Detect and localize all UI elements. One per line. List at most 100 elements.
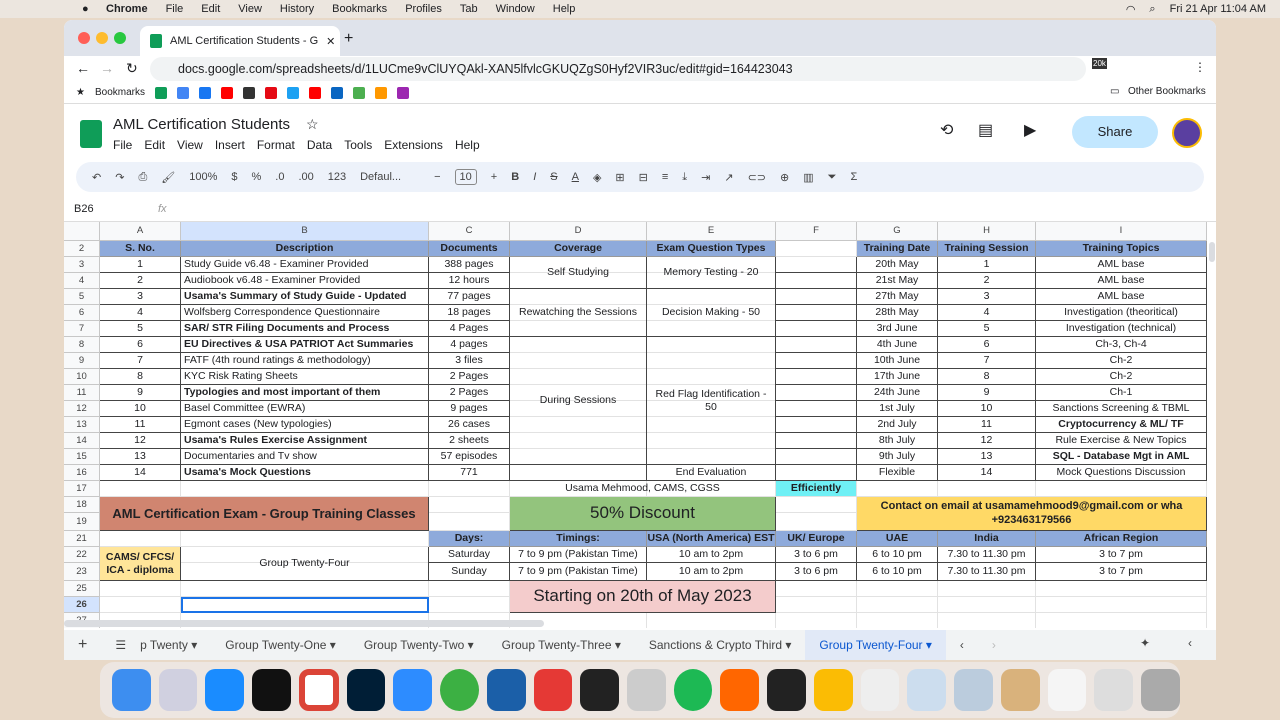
training-topic[interactable]: Sanctions Screening & TBML <box>1036 401 1207 417</box>
training-date[interactable]: 27th May <box>857 289 938 305</box>
bookmark-icon[interactable] <box>176 86 189 99</box>
training-date[interactable]: 10th June <box>857 353 938 369</box>
cell[interactable] <box>776 257 857 273</box>
training-session[interactable]: 7 <box>938 353 1036 369</box>
cell[interactable] <box>857 581 938 597</box>
scroll-tabs-right[interactable]: › <box>978 630 1010 660</box>
fill-color-icon[interactable]: ◈ <box>593 171 601 184</box>
cell[interactable] <box>776 305 857 321</box>
cell[interactable] <box>776 465 857 481</box>
row-header[interactable]: 17 <box>64 481 100 497</box>
scroll-tabs-left[interactable]: ‹ <box>946 630 978 660</box>
exam-question-type[interactable]: Red Flag Identification - 50 <box>647 337 776 465</box>
cell[interactable] <box>776 613 857 628</box>
description[interactable]: Study Guide v6.48 - Examiner Provided <box>181 257 429 273</box>
app-icon[interactable] <box>627 669 666 711</box>
app-icon[interactable] <box>907 669 947 711</box>
minimize-window-button[interactable] <box>96 32 108 44</box>
column-header[interactable]: G <box>857 222 938 241</box>
menubar-item[interactable]: Bookmarks <box>332 3 387 15</box>
lightroom-icon[interactable] <box>346 669 386 711</box>
app-icon[interactable] <box>486 669 526 711</box>
schedule-cell[interactable]: 3 to 6 pm <box>776 547 857 563</box>
column-header[interactable]: H <box>938 222 1036 241</box>
share-button[interactable]: Share <box>1072 116 1158 148</box>
more-formats-button[interactable]: 123 <box>328 171 346 183</box>
training-session[interactable]: 8 <box>938 369 1036 385</box>
contact-info[interactable]: Contact on email at usamamehmood9@gmail.… <box>857 497 1207 531</box>
training-date[interactable]: 28th May <box>857 305 938 321</box>
select-all-corner[interactable] <box>64 222 100 241</box>
documents[interactable]: 4 Pages <box>429 321 510 337</box>
training-date[interactable]: 17th June <box>857 369 938 385</box>
font-size-decrease[interactable]: − <box>434 171 440 183</box>
training-session[interactable]: 9 <box>938 385 1036 401</box>
cell[interactable] <box>857 613 938 628</box>
merge-icon[interactable]: ⊟ <box>639 171 648 184</box>
chrome-icon[interactable] <box>298 669 339 711</box>
undo-icon[interactable]: ↶ <box>92 171 101 184</box>
cell[interactable] <box>776 417 857 433</box>
description[interactable]: Typologies and most important of them <box>181 385 429 401</box>
training-session[interactable]: 2 <box>938 273 1036 289</box>
description[interactable]: Egmont cases (New typologies) <box>181 417 429 433</box>
group-name[interactable]: Group Twenty-Four <box>181 547 429 581</box>
terminal-icon[interactable] <box>580 669 620 711</box>
documents[interactable]: 3 files <box>429 353 510 369</box>
description[interactable]: KYC Risk Rating Sheets <box>181 369 429 385</box>
comment-icon[interactable]: ▤ <box>978 120 993 140</box>
row-header[interactable]: 11 <box>64 385 100 401</box>
training-topic[interactable]: Ch-2 <box>1036 353 1207 369</box>
apple-tv-icon[interactable] <box>252 669 291 711</box>
cell[interactable] <box>776 273 857 289</box>
font-select[interactable]: Defaul... <box>360 171 420 183</box>
sheet-tab[interactable]: p Twenty ▾ <box>140 630 211 660</box>
training-topic[interactable]: Ch-1 <box>1036 385 1207 401</box>
cell[interactable] <box>776 337 857 353</box>
description[interactable]: Documentaries and Tv show <box>181 449 429 465</box>
column-title[interactable]: S. No. <box>100 241 181 257</box>
extension-badge[interactable]: 20k <box>1092 58 1107 69</box>
apple-icon[interactable]: ● <box>82 3 89 15</box>
schedule-cell[interactable]: Saturday <box>429 547 510 563</box>
training-date[interactable]: 2nd July <box>857 417 938 433</box>
cell[interactable] <box>776 581 857 597</box>
archive-icon[interactable] <box>1000 669 1040 711</box>
link-icon[interactable]: ⊂⊃ <box>748 171 766 184</box>
schedule-header[interactable]: Days: <box>429 531 510 547</box>
cell[interactable] <box>857 481 938 497</box>
training-date[interactable]: 3rd June <box>857 321 938 337</box>
row-header[interactable]: 21 <box>64 531 100 547</box>
filter-icon[interactable]: ⏷ <box>828 171 837 184</box>
schedule-header[interactable]: UK/ Europe <box>776 531 857 547</box>
training-session[interactable]: 11 <box>938 417 1036 433</box>
cell[interactable] <box>776 321 857 337</box>
documents[interactable]: 2 Pages <box>429 385 510 401</box>
description[interactable]: Wolfsberg Correspondence Questionnaire <box>181 305 429 321</box>
schedule-header[interactable]: UAE <box>857 531 938 547</box>
documents[interactable]: 771 <box>429 465 510 481</box>
align-icon[interactable]: ≡ <box>662 171 668 183</box>
menu-view[interactable]: View <box>177 138 203 152</box>
serial-number[interactable]: 5 <box>100 321 181 337</box>
currency-button[interactable]: $ <box>231 171 237 183</box>
efficiently-label[interactable]: Efficiently <box>776 481 857 497</box>
training-topic[interactable]: SQL - Database Mgt in AML <box>1036 449 1207 465</box>
zoom-select[interactable]: 100% <box>189 171 217 183</box>
cell[interactable] <box>776 401 857 417</box>
app-icon[interactable] <box>860 669 900 711</box>
cell[interactable] <box>857 597 938 613</box>
notes-icon[interactable] <box>1047 669 1087 711</box>
forward-icon[interactable]: → <box>100 60 114 76</box>
schedule-header[interactable]: India <box>938 531 1036 547</box>
bookmark-icon[interactable] <box>220 86 233 99</box>
training-session[interactable]: 14 <box>938 465 1036 481</box>
menubar-item[interactable]: Profiles <box>405 3 442 15</box>
app-icon[interactable] <box>767 669 806 711</box>
menu-tools[interactable]: Tools <box>344 138 372 152</box>
training-topic[interactable]: Ch-2 <box>1036 369 1207 385</box>
menubar-item[interactable]: File <box>166 3 184 15</box>
banner-title[interactable]: AML Certification Exam - Group Training … <box>100 497 429 531</box>
training-date[interactable]: 9th July <box>857 449 938 465</box>
menubar-item[interactable]: Tab <box>460 3 478 15</box>
